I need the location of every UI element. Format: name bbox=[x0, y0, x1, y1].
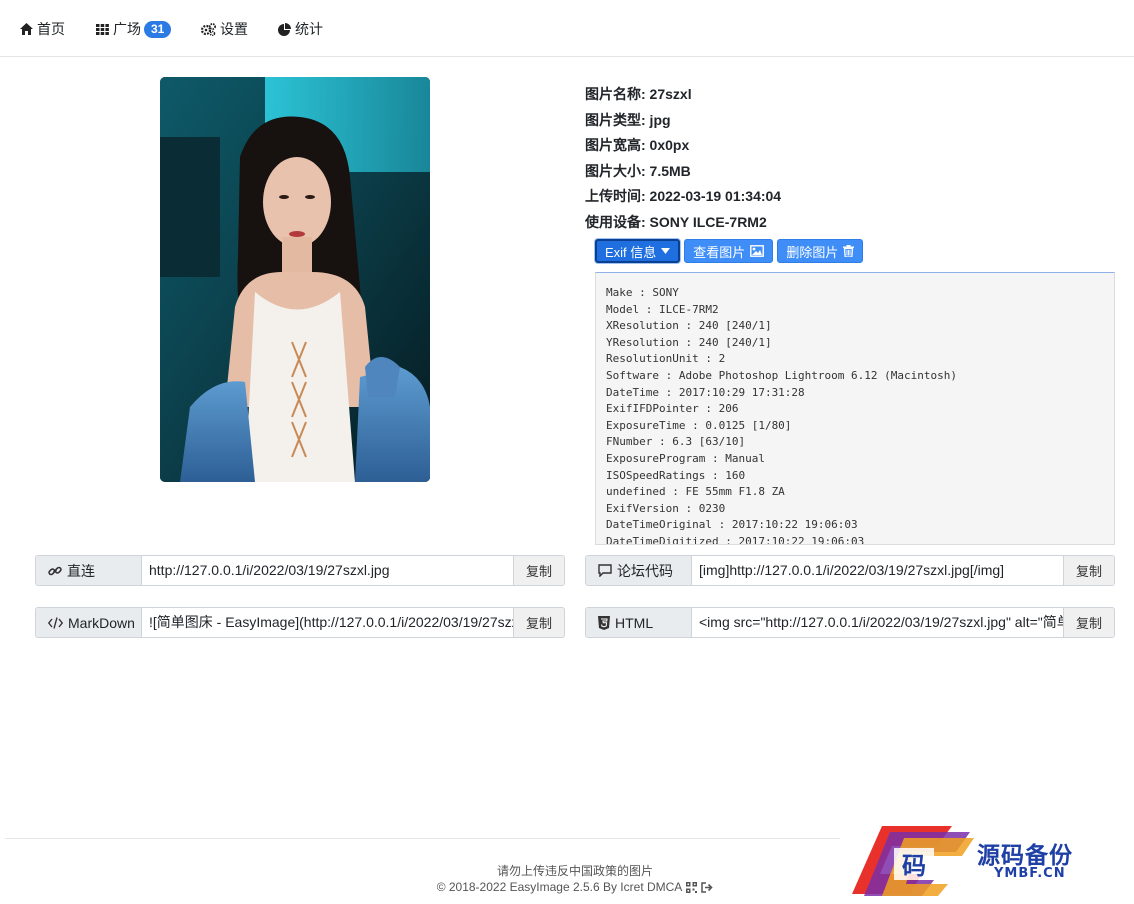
comment-icon bbox=[598, 564, 612, 577]
exif-line: DateTimeOriginal : 2017:10:22 19:06:03 bbox=[606, 518, 858, 532]
markdown-label-text: MarkDown bbox=[68, 614, 135, 631]
html-code-group: HTML <img src="http://127.0.0.1/i/2022/0… bbox=[585, 607, 1115, 638]
direct-link-group: 直连 http://127.0.0.1/i/2022/03/19/27szxl.… bbox=[35, 555, 565, 586]
html-code-label-text: HTML bbox=[615, 614, 654, 631]
pie-chart-icon bbox=[278, 22, 291, 36]
direct-link-label: 直连 bbox=[36, 556, 142, 585]
forum-code-label: 论坛代码 bbox=[586, 556, 692, 585]
direct-link-copy-button[interactable]: 复制 bbox=[513, 556, 564, 585]
exif-line: ExposureTime : 0.0125 [1/80] bbox=[606, 418, 792, 432]
uploaded-photo bbox=[160, 77, 430, 482]
forum-code-input[interactable]: [img]http://127.0.0.1/i/2022/03/19/27szx… bbox=[692, 556, 1063, 585]
exif-line: ResolutionUnit : 2 bbox=[606, 352, 726, 366]
nav-square[interactable]: 广场 31 bbox=[96, 18, 172, 40]
exif-button[interactable]: Exif 信息 bbox=[595, 239, 681, 263]
info-filesize: 图片大小: 7.5MB bbox=[585, 162, 691, 179]
html-code-input[interactable]: <img src="http://127.0.0.1/i/2022/03/19/… bbox=[692, 608, 1063, 637]
info-dimensions: 图片宽高: 0x0px bbox=[585, 137, 690, 153]
home-icon bbox=[20, 23, 33, 35]
exif-line: Software : Adobe Photoshop Lightroom 6.1… bbox=[606, 368, 957, 382]
nav-square-label: 广场 bbox=[113, 21, 141, 37]
footer-divider bbox=[5, 838, 840, 839]
sign-out-icon[interactable] bbox=[701, 881, 713, 893]
view-image-label: 查看图片 bbox=[693, 244, 746, 260]
image-actions: Exif 信息 查看图片 删除图片 bbox=[595, 239, 864, 263]
footer-copyright-text: © 2018-2022 EasyImage 2.5.6 By Icret DMC… bbox=[436, 880, 683, 894]
html-code-label: HTML bbox=[586, 608, 692, 637]
exif-line: Model : ILCE-7RM2 bbox=[606, 302, 719, 316]
html5-icon bbox=[598, 615, 610, 630]
image-info: 图片名称: 27szxl 图片类型: jpg 图片宽高: 0x0px 图片大小:… bbox=[585, 84, 781, 237]
info-name: 图片名称: 27szxl bbox=[585, 86, 692, 102]
direct-link-label-text: 直连 bbox=[67, 562, 95, 579]
trash-icon bbox=[843, 245, 855, 257]
nav-settings-label: 设置 bbox=[220, 21, 248, 37]
exif-line: ISOSpeedRatings : 160 bbox=[606, 468, 746, 482]
forum-code-label-text: 论坛代码 bbox=[617, 562, 673, 579]
delete-image-button[interactable]: 删除图片 bbox=[777, 239, 864, 263]
markdown-input[interactable]: ![简单图床 - EasyImage](http://127.0.0.1/i/2… bbox=[142, 608, 513, 637]
markdown-label: MarkDown bbox=[36, 608, 142, 637]
nav-home[interactable]: 首页 bbox=[20, 18, 65, 40]
exif-line: ExifIFDPointer : 206 bbox=[606, 402, 739, 416]
delete-image-label: 删除图片 bbox=[786, 244, 839, 260]
nav-home-label: 首页 bbox=[37, 21, 65, 37]
code-icon bbox=[48, 616, 63, 629]
nav-stats-label: 统计 bbox=[295, 21, 323, 37]
nav-stats[interactable]: 统计 bbox=[278, 18, 323, 40]
forum-code-group: 论坛代码 [img]http://127.0.0.1/i/2022/03/19/… bbox=[585, 555, 1115, 586]
nav-settings[interactable]: 设置 bbox=[201, 18, 248, 40]
exif-line: FNumber : 6.3 [63/10] bbox=[606, 435, 746, 449]
exif-line: YResolution : 240 [240/1] bbox=[606, 335, 772, 349]
exif-line: ExifVersion : 0230 bbox=[606, 501, 726, 515]
gears-icon bbox=[201, 22, 216, 36]
info-device: 使用设备: SONY ILCE-7RM2 bbox=[585, 213, 767, 230]
watermark-glyph: 码 bbox=[902, 851, 926, 880]
markdown-copy-button[interactable]: 复制 bbox=[513, 608, 564, 637]
exif-line: ExposureProgram : Manual bbox=[606, 451, 765, 465]
exif-panel[interactable]: Make : SONY Model : ILCE-7RM2 XResolution … bbox=[595, 272, 1115, 545]
link-icon bbox=[48, 566, 62, 575]
exif-line: XResolution : 240 [240/1] bbox=[606, 319, 772, 333]
watermark-title: 源码备份 bbox=[977, 842, 1073, 869]
watermark-sub: YMBF.CN bbox=[994, 866, 1066, 881]
view-image-button[interactable]: 查看图片 bbox=[684, 239, 774, 263]
html-code-copy-button[interactable]: 复制 bbox=[1063, 608, 1114, 637]
direct-link-input[interactable]: http://127.0.0.1/i/2022/03/19/27szxl.jpg bbox=[142, 556, 513, 585]
info-upload-time: 上传时间: 2022-03-19 01:34:04 bbox=[585, 188, 782, 204]
info-type: 图片类型: jpg bbox=[585, 111, 671, 128]
exif-list: Make : SONY Model : ILCE-7RM2 XResolution … bbox=[596, 273, 1114, 545]
exif-button-label: Exif 信息 bbox=[605, 244, 657, 260]
square-count-badge: 31 bbox=[144, 20, 172, 38]
image-icon bbox=[750, 245, 765, 257]
qrcode-icon[interactable] bbox=[686, 881, 698, 893]
grid-icon bbox=[96, 23, 109, 35]
exif-line: DateTime : 2017:10:29 17:31:28 bbox=[606, 385, 805, 399]
forum-code-copy-button[interactable]: 复制 bbox=[1063, 556, 1114, 585]
watermark-logo: 码 源码备份 YMBF.CN bbox=[852, 824, 1134, 896]
markdown-group: MarkDown ![简单图床 - EasyImage](http://127.… bbox=[35, 607, 565, 638]
top-nav: 首页 广场 31 设置 统计 bbox=[0, 0, 1134, 57]
caret-down-icon bbox=[661, 248, 671, 254]
exif-line: DateTimeDigitized : 2017:10:22 19:06:03 bbox=[606, 534, 865, 545]
exif-line: undefined : FE 55mm F1.8 ZA bbox=[606, 485, 785, 499]
exif-line: Make : SONY bbox=[606, 286, 679, 299]
